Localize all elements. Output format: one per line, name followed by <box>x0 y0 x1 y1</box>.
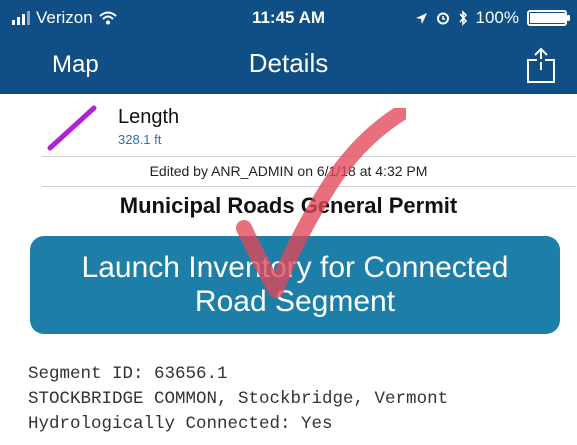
battery-percent: 100% <box>475 8 519 27</box>
launch-inventory-label: Launch Inventory for Connected Road Segm… <box>81 251 509 318</box>
battery-fill <box>530 13 566 23</box>
section-title: Municipal Roads General Permit <box>119 193 458 218</box>
segment-info: Segment ID: 63656.1 STOCKBRIDGE COMMON, … <box>28 362 448 437</box>
status-right: 100% <box>415 8 570 28</box>
segment-id-line: Segment ID: 63656.1 <box>28 364 228 384</box>
divider <box>42 156 576 157</box>
share-icon[interactable] <box>525 46 557 84</box>
status-bar: Verizon 11:45 AM 100% <box>0 0 577 36</box>
location-arrow-icon <box>415 12 427 24</box>
polyline-icon <box>47 105 97 151</box>
navigation-bar: Map Details <box>0 36 577 94</box>
app-header: Verizon 11:45 AM 100% Map Details <box>0 0 577 94</box>
bluetooth-icon <box>458 10 467 26</box>
feature-row: Length 328.1 ft <box>0 94 577 156</box>
hydrology-line: Hydrologically Connected: Yes <box>28 414 333 434</box>
edited-info: Edited by ANR_ADMIN on 6/1/18 at 4:32 PM <box>149 163 428 179</box>
divider <box>42 186 576 187</box>
segment-location-line: STOCKBRIDGE COMMON, Stockbridge, Vermont <box>28 389 449 409</box>
launch-inventory-button[interactable]: Launch Inventory for Connected Road Segm… <box>30 236 560 334</box>
page-title: Details <box>248 48 329 78</box>
feature-value: 328.1 ft <box>118 132 162 147</box>
feature-label: Length <box>118 106 180 128</box>
battery-icon <box>527 10 570 26</box>
alarm-icon <box>436 12 449 25</box>
